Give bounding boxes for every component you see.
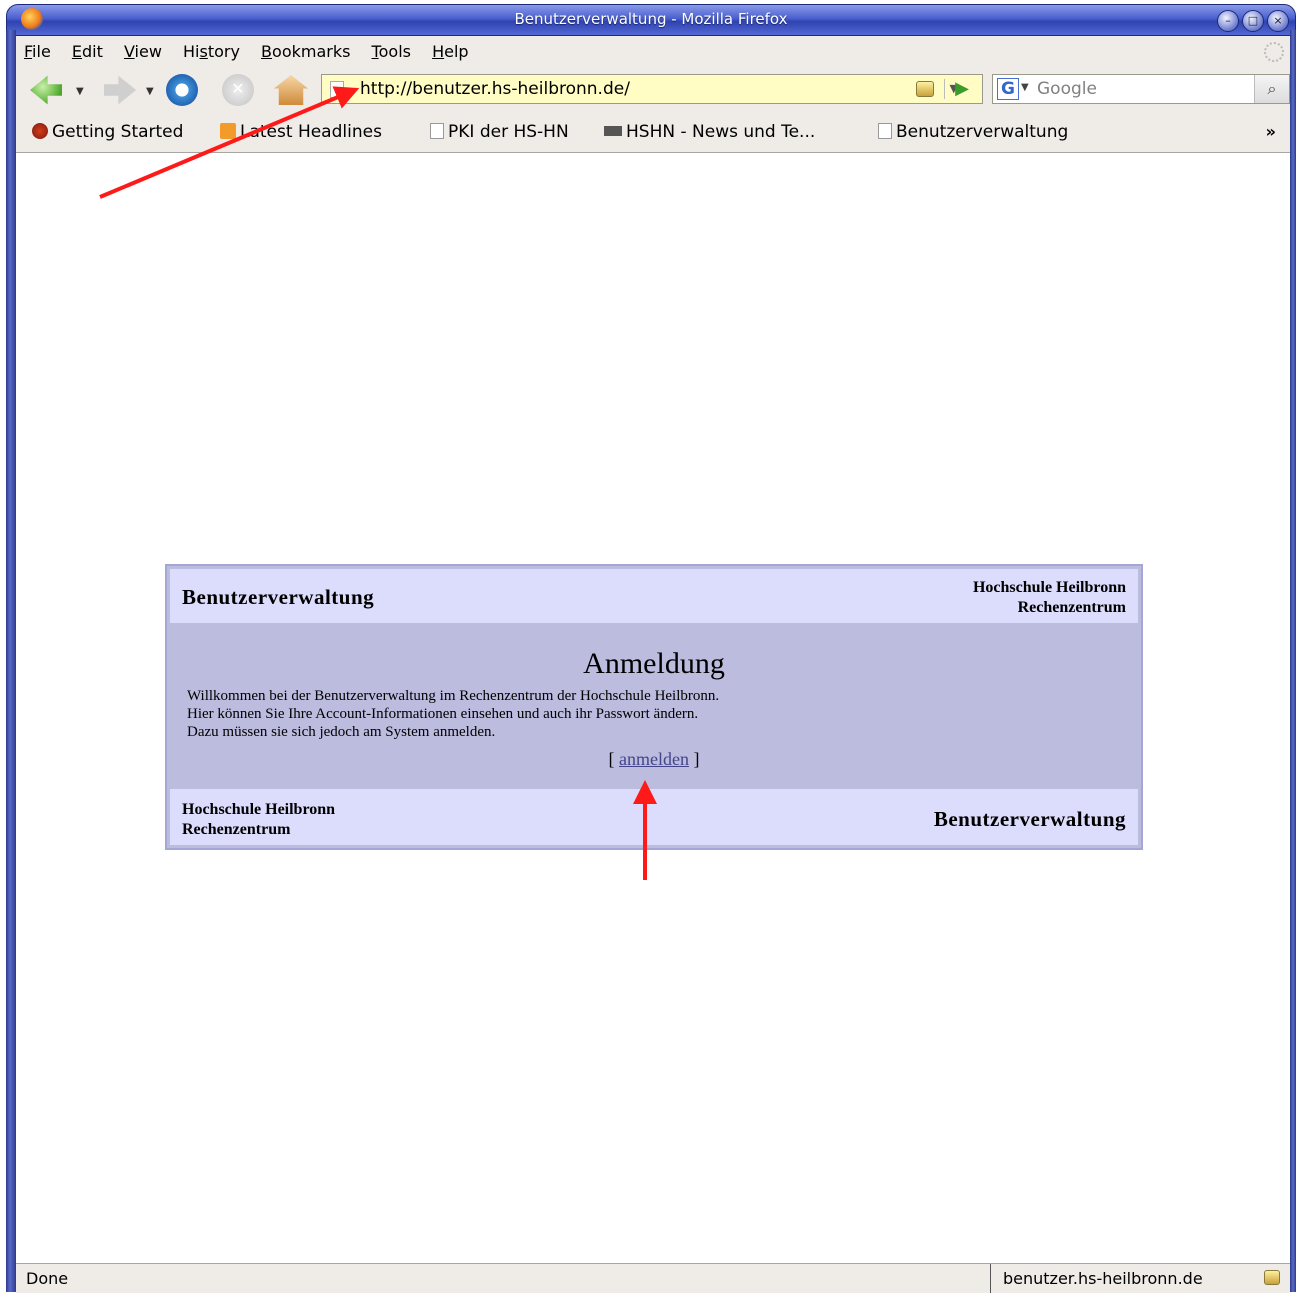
magnifier-icon[interactable]: ⌕ <box>1254 75 1289 103</box>
reload-icon[interactable] <box>166 74 198 106</box>
menu-edit[interactable]: Edit <box>64 36 111 68</box>
institution-header: Hochschule Heilbronn Rechenzentrum <box>973 578 1126 618</box>
bookmark-benutzerverwaltung[interactable]: Benutzerverwaltung <box>878 122 1068 142</box>
padlock-icon[interactable] <box>916 81 934 97</box>
search-input[interactable]: Google <box>1037 79 1097 99</box>
home-icon[interactable] <box>274 75 308 105</box>
browser-window: Benutzerverwaltung - Mozilla Firefox – □… <box>0 0 1304 1293</box>
bookmark-pki[interactable]: PKI der HS-HN <box>430 122 569 142</box>
page-icon <box>430 123 444 139</box>
url-bar[interactable]: http://benutzer.hs-heilbronn.de/ ▼ <box>321 74 983 104</box>
bookmark-hshn-news[interactable]: HSHN - News und Te... <box>604 122 815 142</box>
login-link-row: [ anmelden ] <box>608 749 700 769</box>
firefox-bookmark-icon <box>32 123 48 139</box>
menu-bookmarks[interactable]: Bookmarks <box>253 36 358 68</box>
maximize-icon[interactable]: □ <box>1242 10 1264 32</box>
status-security-panel: benutzer.hs-heilbronn.de <box>990 1264 1290 1293</box>
bookmark-latest-headlines[interactable]: Latest Headlines <box>220 122 382 142</box>
panel-header: Benutzerverwaltung Hochschule Heilbronn … <box>170 569 1138 623</box>
minimize-icon[interactable]: – <box>1217 10 1239 32</box>
news-icon <box>604 126 622 136</box>
stop-icon[interactable]: ✕ <box>222 74 254 106</box>
page-favicon-icon <box>330 81 344 98</box>
menu-file[interactable]: File <box>16 36 59 68</box>
status-bar: Done benutzer.hs-heilbronn.de <box>16 1263 1290 1293</box>
institution-name: Hochschule Heilbronn <box>182 801 336 818</box>
page-content: Benutzerverwaltung Hochschule Heilbronn … <box>16 153 1290 1263</box>
institution-name: Hochschule Heilbronn <box>972 579 1126 596</box>
bookmarks-overflow-chevron-icon[interactable]: » <box>1266 122 1276 141</box>
rss-feed-icon <box>220 123 236 139</box>
panel-body: Anmeldung Willkommen bei der Benutzerver… <box>170 623 1138 787</box>
window-title: Benutzerverwaltung - Mozilla Firefox <box>514 10 788 28</box>
throbber-icon <box>1264 42 1284 62</box>
padlock-icon[interactable] <box>1264 1270 1280 1285</box>
panel-footer: Hochschule Heilbronn Rechenzentrum Benut… <box>170 789 1138 845</box>
bookmarks-toolbar: Getting Started Latest Headlines PKI der… <box>16 112 1290 153</box>
institution-footer: Hochschule Heilbronn Rechenzentrum <box>182 800 335 840</box>
back-history-dropdown-icon[interactable]: ▼ <box>76 86 84 97</box>
menu-view[interactable]: View <box>116 36 170 68</box>
bookmark-getting-started[interactable]: Getting Started <box>32 122 183 142</box>
institution-department: Rechenzentrum <box>182 821 291 838</box>
welcome-message: Willkommen bei der Benutzerverwaltung im… <box>187 688 720 740</box>
app-title: Benutzerverwaltung <box>182 585 375 609</box>
app-title-footer: Benutzerverwaltung <box>933 807 1126 831</box>
institution-department: Rechenzentrum <box>1017 599 1126 616</box>
forward-arrow-icon[interactable] <box>104 75 136 105</box>
go-arrow-icon[interactable]: ▶ <box>950 76 974 102</box>
status-text: Done <box>26 1269 69 1288</box>
forward-history-dropdown-icon[interactable]: ▼ <box>146 86 154 97</box>
back-arrow-icon[interactable] <box>30 75 62 105</box>
page-heading: Anmeldung <box>583 647 725 680</box>
login-panel: Benutzerverwaltung Hochschule Heilbronn … <box>165 564 1143 850</box>
page-icon <box>878 123 892 139</box>
menu-help[interactable]: Help <box>424 36 476 68</box>
menu-tools[interactable]: Tools <box>364 36 419 68</box>
login-link[interactable]: anmelden <box>619 749 689 769</box>
navigation-toolbar: ▼ ▼ ✕ http://benutzer.hs-heilbronn.de/ ▼… <box>16 68 1290 112</box>
menu-history[interactable]: History <box>175 36 248 68</box>
window-frame-left <box>6 30 16 1292</box>
window-frame-right <box>1290 30 1296 1292</box>
search-engine-dropdown-icon[interactable]: ▼ <box>1021 82 1029 93</box>
title-bar: Benutzerverwaltung - Mozilla Firefox – □… <box>6 4 1296 36</box>
close-icon[interactable]: × <box>1267 10 1289 32</box>
status-host: benutzer.hs-heilbronn.de <box>1003 1269 1203 1288</box>
url-text[interactable]: http://benutzer.hs-heilbronn.de/ <box>360 79 630 99</box>
menu-bar: File Edit View History Bookmarks Tools H… <box>16 36 1290 69</box>
google-engine-icon[interactable]: G <box>997 78 1019 100</box>
search-box[interactable]: G ▼ Google ⌕ <box>992 74 1290 104</box>
